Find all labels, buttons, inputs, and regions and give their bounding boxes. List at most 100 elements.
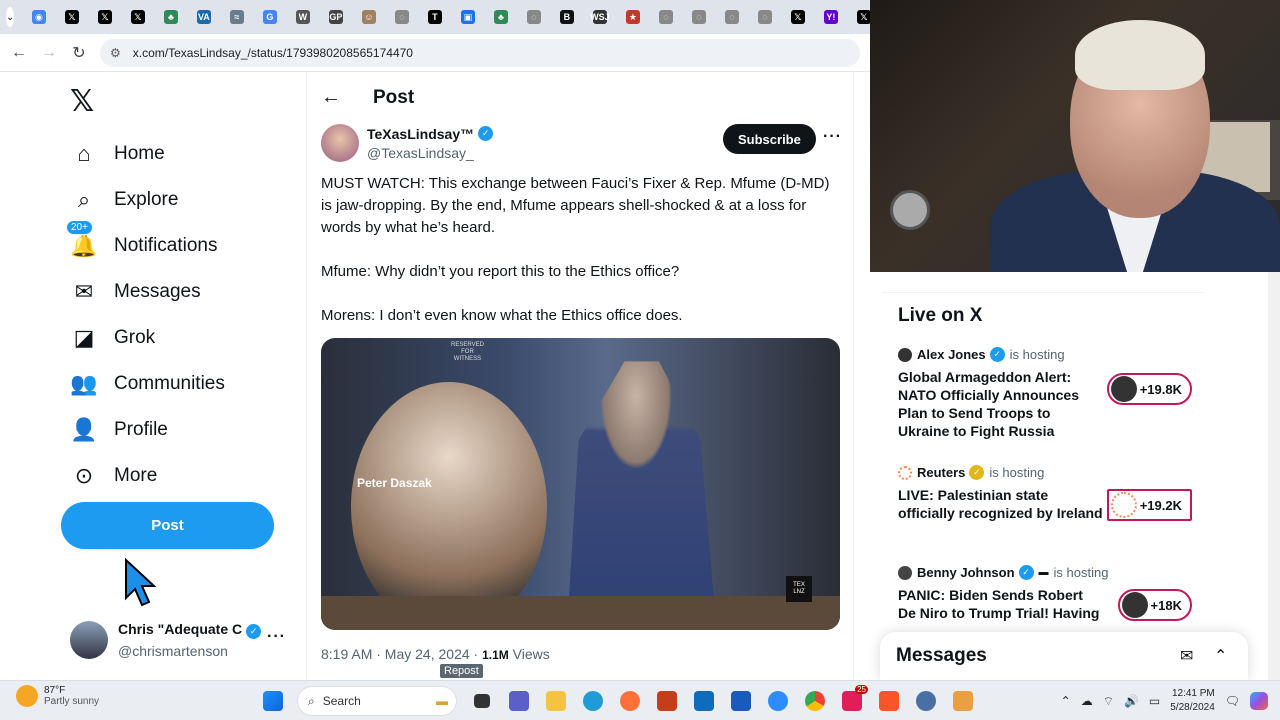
taskbar-clock[interactable]: 12:41 PM 5/28/2024 <box>1170 687 1215 715</box>
post-video[interactable]: RESERVED FOR WITNESS Peter Daszak TEX LN… <box>321 338 840 630</box>
sidebar-item-home[interactable]: ⌂ Home <box>70 134 165 174</box>
weather-widget[interactable]: 87°F Partly sunny <box>16 685 99 707</box>
site-info-icon[interactable]: ⚙ <box>110 46 121 60</box>
host-avatar <box>898 465 912 480</box>
chrome-icon[interactable] <box>798 685 831 717</box>
back-arrow-icon[interactable]: ← <box>321 86 341 109</box>
browser-tab[interactable]: ◉ <box>22 0 55 34</box>
author-handle[interactable]: @TexasLindsay_ <box>367 145 493 161</box>
page-scrollbar[interactable] <box>1268 272 1280 680</box>
live-space-title[interactable]: PANIC: Biden Sends Robert De Niro to Tru… <box>898 586 1103 622</box>
task-view-icon[interactable] <box>465 685 498 717</box>
brave-icon[interactable] <box>872 685 905 717</box>
url-bar[interactable]: ⚙ x.com/TexasLindsay_/status/17939802085… <box>100 38 860 67</box>
app-icon[interactable] <box>946 685 979 717</box>
browser-tab[interactable]: ◌ <box>517 0 550 34</box>
wifi-icon[interactable]: ⌔ <box>1103 694 1114 709</box>
chevron-up-icon[interactable]: ⌃ <box>1061 694 1071 708</box>
author-name[interactable]: TeXasLindsay™ ✓ <box>367 126 494 142</box>
account-switcher[interactable]: Chris "Adequate C ✓ @chrismartenson ··· <box>70 620 300 660</box>
browser-tab[interactable]: W <box>286 0 319 34</box>
browser-tab[interactable]: ◌ <box>385 0 418 34</box>
browser-tab[interactable]: ◌ <box>748 0 781 34</box>
back-icon[interactable]: ← <box>4 44 34 62</box>
browser-tab[interactable]: GP <box>319 0 352 34</box>
copilot-icon[interactable] <box>1250 692 1268 710</box>
home-icon: ⌂ <box>77 141 91 166</box>
browser-tab[interactable]: ☺ <box>352 0 385 34</box>
join-live-button[interactable]: +18K <box>1117 589 1192 621</box>
browser-tab[interactable]: ◌ <box>715 0 748 34</box>
forward-icon[interactable]: → <box>34 44 64 62</box>
sidebar-item-more[interactable]: ⊙ More <box>70 456 158 496</box>
settings-icon[interactable] <box>909 685 942 717</box>
tab-search-icon[interactable]: ⌄ <box>6 7 15 27</box>
more-icon[interactable]: ··· <box>267 628 286 646</box>
yahoo-icon: Y! <box>823 10 838 24</box>
browser-tab[interactable]: ♣ <box>154 0 187 34</box>
notification-icon[interactable]: 🗨 <box>1225 694 1240 708</box>
zoom-icon[interactable] <box>761 685 794 717</box>
start-icon[interactable] <box>256 685 289 717</box>
join-live-button[interactable]: +19.8K <box>1106 373 1192 405</box>
battery-icon[interactable]: ▭ <box>1149 694 1160 708</box>
reload-icon[interactable]: ↻ <box>64 43 94 63</box>
browser-tab[interactable]: 𝕏 <box>88 0 121 34</box>
browser-tab[interactable]: ◌ <box>649 0 682 34</box>
sidebar-item-profile[interactable]: 👤 Profile <box>70 410 168 450</box>
live-space-title[interactable]: LIVE: Palestinian state officially recog… <box>898 486 1103 522</box>
outlook-icon[interactable] <box>687 685 720 717</box>
b-icon: B <box>559 10 574 24</box>
browser-tab[interactable]: B <box>550 0 583 34</box>
temperature: 87°F <box>44 685 66 696</box>
browser-tab[interactable]: WSJ <box>583 0 616 34</box>
g-icon: G <box>262 10 277 24</box>
taskbar-search[interactable]: ⌕ Search ▬ <box>297 686 457 716</box>
sidebar-item-notifications[interactable]: 🔔 20+ Notifications <box>66 220 218 266</box>
wsj-icon: WSJ <box>590 10 610 24</box>
presenter-hair <box>1075 20 1205 90</box>
browser-tab[interactable]: ◌ <box>682 0 715 34</box>
host-name: Alex Jones <box>917 347 986 362</box>
word-icon[interactable] <box>724 685 757 717</box>
sidebar-item-explore[interactable]: ⌕ Explore <box>70 180 179 220</box>
browser-tab[interactable]: 𝕏 <box>55 0 88 34</box>
live-space-title[interactable]: Global Armageddon Alert: NATO Officially… <box>898 368 1103 440</box>
edge-icon[interactable] <box>576 685 609 717</box>
browser-tab[interactable]: ♣ <box>484 0 517 34</box>
teams-icon[interactable] <box>502 685 535 717</box>
subscribe-button[interactable]: Subscribe <box>723 124 816 154</box>
volume-icon[interactable]: 🔊 <box>1124 694 1139 708</box>
sidebar-item-messages[interactable]: ✉ Messages <box>70 272 201 312</box>
new-message-icon[interactable]: ✉ <box>1180 646 1204 666</box>
browser-tab[interactable]: 𝕏 <box>781 0 814 34</box>
browser-tab[interactable]: VA <box>187 0 220 34</box>
powerpoint-icon[interactable] <box>650 685 683 717</box>
x-logo-icon[interactable]: 𝕏 <box>70 84 94 119</box>
post-author[interactable]: TeXasLindsay™ ✓ @TexasLindsay_ <box>321 124 494 162</box>
x-icon: 𝕏 <box>130 10 145 24</box>
messages-drawer[interactable]: Messages ✉ ⌃ <box>880 632 1248 680</box>
more-icon[interactable]: ··· <box>823 128 842 146</box>
browser-tab[interactable]: 𝕏 <box>121 0 154 34</box>
browser-tab[interactable]: T <box>418 0 451 34</box>
expand-chevron-icon[interactable]: ⌃ <box>1214 646 1238 666</box>
sidebar-item-communities[interactable]: 👥 Communities <box>70 364 225 404</box>
slack-icon[interactable]: 25 <box>835 685 868 717</box>
post-time[interactable]: 8:19 AM · May 24, 2024 · <box>321 646 482 662</box>
browser-tab[interactable]: G <box>253 0 286 34</box>
browser-tab[interactable]: Y! <box>814 0 847 34</box>
browser-tab[interactable]: ≈ <box>220 0 253 34</box>
post-button[interactable]: Post <box>61 502 274 549</box>
file-explorer-icon[interactable] <box>539 685 572 717</box>
post-text: MUST WATCH: This exchange between Fauci’… <box>321 175 830 324</box>
sidebar-item-label: Home <box>114 143 165 164</box>
browser-tab[interactable]: ★ <box>616 0 649 34</box>
cloud-icon[interactable]: ☁ <box>1081 694 1093 708</box>
author-avatar[interactable] <box>321 124 359 162</box>
gp-icon: GP <box>328 10 343 24</box>
sidebar-item-grok[interactable]: ◪ Grok <box>70 318 156 358</box>
browser-tab[interactable]: ▣ <box>451 0 484 34</box>
firefox-icon[interactable] <box>613 685 646 717</box>
join-live-button[interactable]: +19.2K <box>1106 489 1192 521</box>
